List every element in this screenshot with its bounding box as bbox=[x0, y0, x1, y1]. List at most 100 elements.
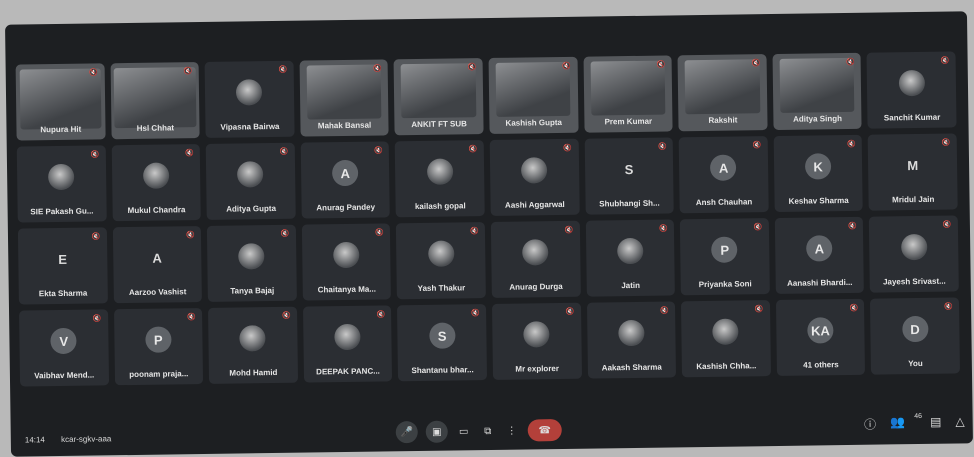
participant-tile[interactable]: Kashish Chha... bbox=[681, 300, 771, 378]
meeting-time: 14:14 bbox=[24, 435, 45, 445]
participant-tile[interactable]: DEEPAK PANC... bbox=[302, 305, 393, 383]
participant-name: 41 others bbox=[803, 360, 839, 370]
participant-tile[interactable]: K Keshav Sharma bbox=[773, 134, 864, 213]
participant-tile[interactable]: Nupura Hit bbox=[15, 63, 106, 141]
avatar bbox=[239, 325, 267, 352]
mic-off-icon bbox=[468, 63, 476, 71]
present-icon[interactable]: ⧉ bbox=[480, 420, 496, 442]
participant-tile[interactable]: Jatin bbox=[585, 219, 676, 297]
participant-tile[interactable]: P Priyanka Soni bbox=[680, 218, 770, 296]
participant-tile[interactable]: Yash Thakur bbox=[396, 222, 486, 300]
mic-off-icon bbox=[753, 141, 761, 149]
participant-tile[interactable]: A Aarzoo Vashist bbox=[112, 226, 203, 304]
avatar: KA bbox=[807, 317, 834, 344]
participant-tile[interactable]: Vipasna Bairwa bbox=[204, 60, 295, 138]
participant-tile[interactable]: A Ansh Chauhan bbox=[678, 136, 769, 214]
avatar: P bbox=[145, 326, 172, 353]
end-call-icon[interactable]: ☎ bbox=[527, 419, 562, 442]
avatar: A bbox=[710, 154, 737, 181]
avatar bbox=[142, 162, 170, 189]
participant-tile[interactable]: Mohd Hamid bbox=[208, 306, 298, 384]
info-icon[interactable]: ⓘ bbox=[864, 416, 876, 433]
participant-name: Chaitanya Ma... bbox=[317, 284, 377, 295]
mic-off-icon bbox=[374, 146, 382, 154]
participant-name: Shantanu bhar... bbox=[411, 365, 474, 376]
captions-icon[interactable]: ▭ bbox=[456, 420, 472, 442]
avatar: M bbox=[907, 157, 919, 173]
participant-tile[interactable]: Aakash Sharma bbox=[586, 301, 677, 379]
mic-off-icon bbox=[566, 308, 574, 316]
participant-tile[interactable]: SIE Pakash Gu... bbox=[16, 145, 107, 223]
avatar: V bbox=[50, 327, 77, 355]
participant-name: Mr explorer bbox=[515, 364, 560, 374]
participant-tile[interactable]: A Anurag Pandey bbox=[300, 141, 391, 219]
avatar bbox=[333, 241, 360, 269]
participant-tile[interactable]: A Aanashi Bhardi... bbox=[774, 216, 865, 295]
participant-tile[interactable]: Ppoonam praja... bbox=[113, 308, 204, 386]
more-icon[interactable]: ⋮ bbox=[504, 420, 520, 442]
avatar bbox=[237, 161, 264, 188]
video-feed bbox=[684, 58, 761, 115]
participant-tile[interactable]: E Ekta Sharma bbox=[17, 227, 108, 305]
participant-tile[interactable]: Aditya Gupta bbox=[205, 142, 296, 220]
bottom-bar: 14:14 kcar-sgkv-aaa 🎤 ▣ ▭ ⧉ ⋮ ☎ ⓘ 👥 46 ▤… bbox=[10, 401, 972, 456]
participant-name: kailash gopal bbox=[414, 201, 466, 212]
participant-name: Ekta Sharma bbox=[38, 288, 88, 299]
participant-name: Mridul Jain bbox=[892, 194, 935, 205]
avatar bbox=[48, 163, 75, 191]
participant-tile[interactable]: KA 41 others bbox=[775, 298, 866, 376]
participant-tile[interactable]: D You bbox=[870, 297, 960, 375]
participant-tile[interactable]: Jayesh Srivast... bbox=[869, 215, 959, 293]
avatar bbox=[616, 237, 644, 265]
activities-icon[interactable]: △ bbox=[955, 414, 964, 431]
participant-tile[interactable]: kailash gopal bbox=[395, 140, 485, 218]
participant-tile[interactable]: Kashish Gupta bbox=[488, 56, 579, 134]
mic-off-icon bbox=[754, 223, 762, 231]
participant-tile[interactable]: Sanchit Kumar bbox=[866, 51, 957, 129]
mic-off-icon bbox=[849, 304, 857, 312]
participant-tile[interactable]: Prem Kumar bbox=[583, 55, 673, 133]
participant-name: Nupura Hit bbox=[40, 124, 82, 135]
meeting-info: 14:14 kcar-sgkv-aaa bbox=[25, 434, 126, 444]
participant-tile[interactable]: Hsl Chhat bbox=[110, 62, 200, 140]
participant-name: ANKIT FT SUB bbox=[411, 119, 467, 130]
mic-off-icon bbox=[942, 139, 950, 147]
camera-icon[interactable]: ▣ bbox=[425, 420, 448, 443]
participant-tile[interactable]: S Shubhangi Sh... bbox=[584, 137, 674, 215]
avatar: S bbox=[428, 322, 456, 349]
avatar: A bbox=[332, 159, 359, 187]
mic-icon[interactable]: 🎤 bbox=[395, 421, 418, 444]
participant-tile[interactable]: ANKIT FT SUB bbox=[393, 58, 484, 136]
mic-off-icon bbox=[185, 149, 193, 157]
participant-tile[interactable]: Aditya Singh bbox=[772, 52, 862, 131]
mic-off-icon bbox=[90, 150, 98, 158]
participant-tile[interactable]: M Mridul Jain bbox=[868, 133, 958, 211]
participant-tile[interactable]: Mahak Bansal bbox=[299, 59, 390, 137]
avatar: S bbox=[624, 161, 634, 177]
chat-icon[interactable]: ▤ bbox=[930, 415, 942, 432]
video-feed bbox=[401, 62, 477, 119]
participant-tile[interactable]: Aashi Aggarwal bbox=[489, 138, 580, 216]
avatar: E bbox=[58, 251, 68, 267]
people-icon[interactable]: 👥 46 bbox=[890, 413, 922, 432]
avatar bbox=[618, 319, 645, 347]
participant-name: Mukul Chandra bbox=[127, 205, 186, 216]
mic-off-icon bbox=[278, 66, 286, 74]
mic-off-icon bbox=[848, 222, 856, 230]
participant-tile[interactable]: Anurag Durga bbox=[490, 220, 581, 298]
participant-tile[interactable]: S Shantanu bhar... bbox=[397, 304, 488, 382]
participant-tile[interactable]: Tanya Bajaj bbox=[207, 224, 297, 302]
video-feed bbox=[19, 67, 102, 130]
mic-off-icon bbox=[471, 309, 479, 317]
participant-tile[interactable]: Chaitanya Ma... bbox=[301, 223, 392, 301]
mic-off-icon bbox=[280, 148, 288, 156]
avatar bbox=[427, 240, 455, 267]
video-feed bbox=[306, 64, 382, 120]
participant-tile[interactable]: V Vaibhav Mend... bbox=[19, 309, 109, 387]
call-controls: 🎤 ▣ ▭ ⧉ ⋮ ☎ bbox=[395, 419, 562, 444]
participant-tile[interactable]: Mr explorer bbox=[491, 302, 582, 380]
participant-tile[interactable]: Mukul Chandra bbox=[111, 144, 201, 222]
mic-off-icon bbox=[658, 143, 666, 151]
participant-name: Keshav Sharma bbox=[788, 195, 849, 206]
participant-tile[interactable]: Rakshit bbox=[677, 54, 768, 132]
